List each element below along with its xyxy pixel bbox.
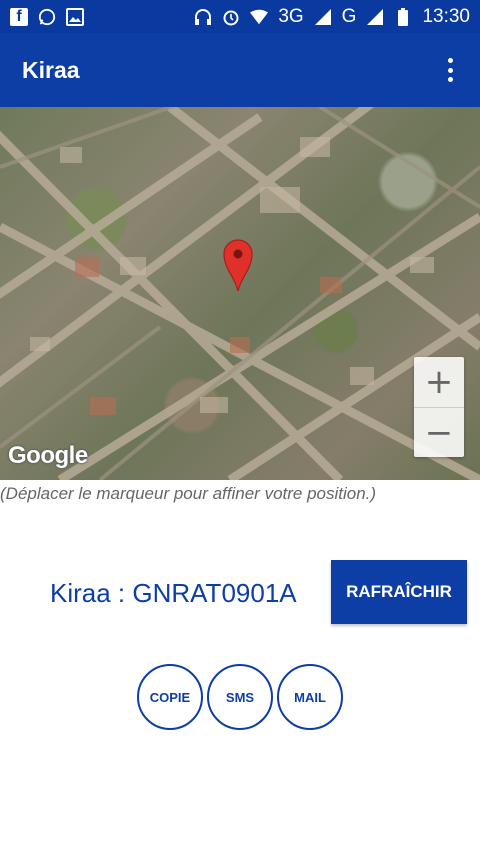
- zoom-controls: + −: [414, 357, 464, 457]
- status-bar: f 3G G 13:30: [0, 0, 480, 33]
- copy-button[interactable]: COPIE: [137, 664, 203, 730]
- share-row: COPIE SMS MAIL: [137, 664, 343, 730]
- app-title: Kiraa: [22, 56, 80, 83]
- sms-button[interactable]: SMS: [207, 664, 273, 730]
- signal-icon: [314, 8, 332, 26]
- overflow-menu-icon[interactable]: [438, 55, 462, 85]
- alarm-icon: [222, 8, 240, 26]
- satellite-map[interactable]: Google + −: [0, 107, 480, 480]
- status-right: 3G G 13:30: [194, 6, 470, 28]
- location-marker-icon[interactable]: [222, 237, 254, 293]
- map-hint: (Déplacer le marqueur pour affiner votre…: [0, 484, 377, 503]
- app-bar: Kiraa: [0, 33, 480, 107]
- code-row: Kiraa : GNRAT0901A RAFRAÎCHIR: [0, 560, 480, 624]
- gallery-icon: [66, 7, 84, 26]
- zoom-out-button[interactable]: −: [414, 407, 464, 457]
- clock: 13:30: [422, 5, 470, 27]
- status-left: f: [10, 7, 84, 26]
- refresh-button[interactable]: RAFRAÎCHIR: [331, 560, 467, 624]
- wifi-icon: [250, 8, 269, 26]
- network-3g-label: 3G: [278, 5, 304, 27]
- map-roads: [0, 107, 480, 480]
- battery-icon: [394, 7, 412, 26]
- kiraa-code: Kiraa : GNRAT0901A: [50, 578, 297, 608]
- signal-icon: [366, 8, 384, 26]
- zoom-in-button[interactable]: +: [414, 357, 464, 407]
- google-logo: Google: [8, 442, 88, 469]
- whatsapp-icon: [38, 8, 56, 26]
- network-g-label: G: [341, 5, 357, 27]
- mail-button[interactable]: MAIL: [277, 664, 343, 730]
- facebook-icon: f: [10, 7, 28, 26]
- headset-icon: [194, 8, 212, 26]
